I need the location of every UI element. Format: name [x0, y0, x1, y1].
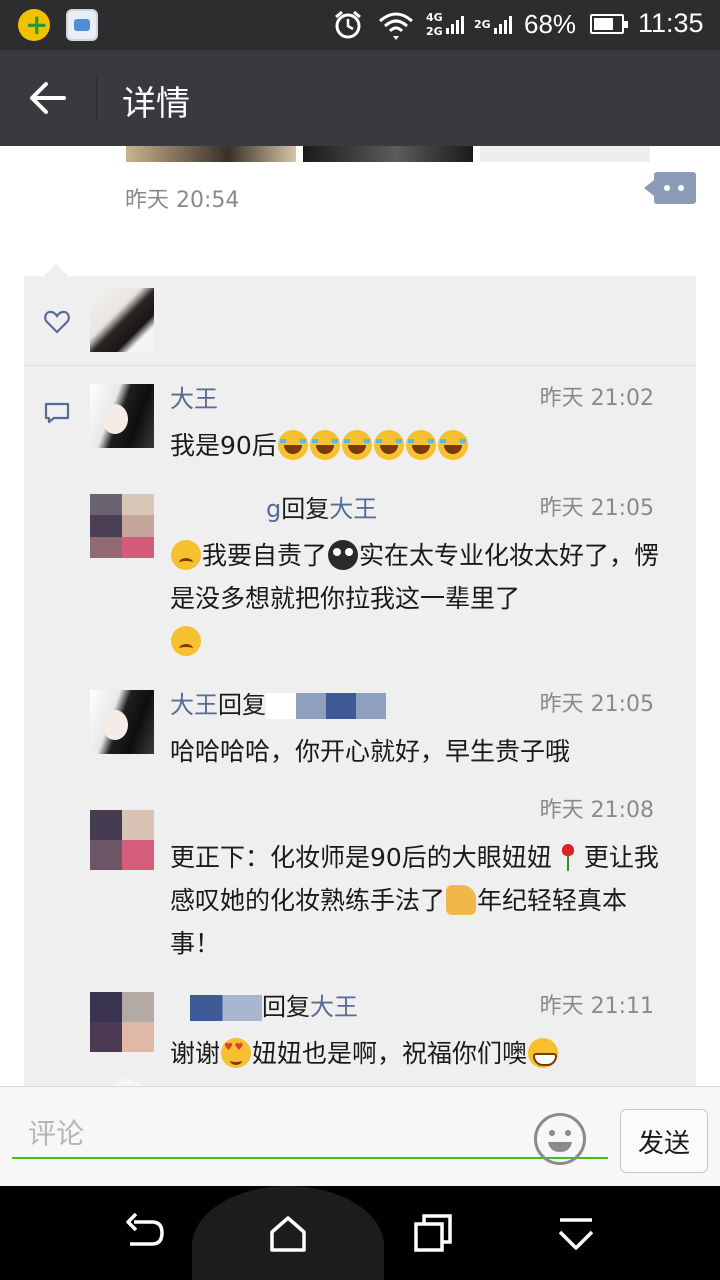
signal-bars-icon-2	[494, 14, 512, 34]
back-button[interactable]	[18, 70, 78, 126]
comment-text-part: 妞妞也是啊，祝福你们噢	[252, 1039, 528, 1068]
laugh-emoji-icon	[437, 430, 468, 460]
battery-percent: 68%	[524, 9, 577, 39]
hidden-name-block	[170, 995, 190, 1021]
post-photo[interactable]	[480, 146, 650, 162]
title-divider	[96, 76, 97, 120]
avatar[interactable]	[90, 690, 154, 754]
owl-emoji-icon	[328, 540, 359, 570]
liker-avatar[interactable]	[90, 288, 154, 352]
grin-emoji-icon	[528, 1038, 559, 1068]
comment-item[interactable]: g回复大王 昨天 21:05 我要自责了 实在太专业化妆太好了，愣是没多想就把你拉…	[90, 494, 670, 664]
comment-author[interactable]: 回复大王	[170, 992, 358, 1022]
send-button[interactable]: 发送	[620, 1109, 708, 1173]
reply-to-name[interactable]: 大王	[310, 993, 358, 1021]
avatar[interactable]	[90, 810, 154, 870]
more-actions-button[interactable]	[644, 172, 696, 204]
back-arrow-icon	[30, 82, 66, 114]
hidden-name-block	[170, 497, 266, 523]
post-timestamp: 昨天 20:54	[125, 188, 240, 213]
system-nav-bar	[0, 1186, 720, 1280]
likes-row	[24, 276, 696, 366]
comment-text-part: 我要自责了	[202, 541, 328, 570]
wifi-icon	[379, 12, 413, 40]
title-bar: 详情	[0, 50, 720, 146]
dot-icon	[678, 185, 684, 191]
comment-text-part: 谢谢	[170, 1039, 221, 1068]
avatar[interactable]	[90, 494, 154, 558]
clock: 11:35	[638, 8, 704, 38]
awkward-emoji-icon	[171, 540, 201, 570]
avatar[interactable]	[90, 992, 154, 1052]
nav-recents-icon[interactable]	[404, 1206, 460, 1262]
network-2g-label: 2G	[426, 25, 443, 38]
laugh-emoji-icon	[373, 430, 404, 460]
comment-input-bar: 发送	[0, 1086, 720, 1186]
comment-item[interactable]: 昨天 21:08 更正下：化妆师是90后的大眼妞妞 更让我感叹她的化妆熟练手法了年…	[90, 796, 670, 966]
comment-item[interactable]: 大王回复 昨天 21:05 哈哈哈哈，你开心就好，早生贵子哦	[90, 690, 670, 780]
reply-word: 回复	[281, 495, 330, 523]
laugh-emoji-icon	[341, 430, 372, 460]
laugh-emoji-icon	[309, 430, 340, 460]
comment-text-part: 更正下：化妆师是90后的大眼妞妞	[170, 843, 552, 872]
reply-to-name[interactable]: 大王	[329, 495, 377, 523]
emoji-button[interactable]	[534, 1113, 586, 1165]
post-photo[interactable]	[126, 146, 296, 162]
dot-icon	[664, 185, 670, 191]
laugh-emoji-icon	[405, 430, 436, 460]
heart-eyes-emoji-icon	[221, 1038, 252, 1068]
page-title: 详情	[122, 84, 190, 124]
app-notification-icon-2	[66, 9, 98, 41]
awkward-emoji-icon	[171, 626, 201, 656]
comment-author[interactable]: 大王	[170, 384, 218, 414]
reply-word: 回复	[262, 993, 310, 1021]
comment-author[interactable]: 大王回复	[170, 690, 386, 720]
emoji-icon	[548, 1130, 572, 1152]
comment-text-part: 我是90后	[170, 431, 277, 460]
comment-item[interactable]: 大王 昨天 21:02 我是90后	[90, 384, 670, 474]
comment-author[interactable]: g回复大王	[170, 494, 377, 524]
comment-item[interactable]: 回复大王 昨天 21:11 谢谢 妞妞也是啊，祝福你们噢	[90, 992, 670, 1082]
redacted-name-block	[190, 995, 262, 1021]
author-name: g	[266, 495, 282, 523]
comment-time: 昨天 21:11	[539, 994, 654, 1019]
comment-time: 昨天 21:05	[539, 496, 654, 521]
comment-text: 我是90后	[170, 424, 660, 467]
comment-text: 谢谢 妞妞也是啊，祝福你们噢	[170, 1032, 660, 1075]
comment-text: 更正下：化妆师是90后的大眼妞妞 更让我感叹她的化妆熟练手法了 年纪轻轻真本事！	[170, 836, 660, 965]
rose-emoji-icon	[553, 842, 583, 872]
comment-text: 哈哈哈哈，你开心就好，早生贵子哦	[170, 737, 571, 766]
comment-text: 我要自责了 实在太专业化妆太好了，愣是没多想就把你拉我这一辈里了	[170, 534, 660, 663]
app-notification-icon	[18, 8, 50, 41]
comment-time: 昨天 21:08	[539, 798, 654, 823]
thumbs-up-emoji-icon	[446, 885, 477, 915]
post-photo[interactable]	[303, 146, 473, 162]
author-name: 大王	[170, 691, 218, 719]
redacted-name-block	[266, 693, 386, 719]
alarm-icon	[335, 10, 361, 39]
reply-word: 回复	[218, 691, 266, 719]
network-4g-label: 4G	[426, 11, 443, 24]
laugh-emoji-icon	[277, 430, 308, 460]
nav-home-icon[interactable]	[260, 1206, 316, 1262]
heart-icon	[44, 310, 70, 334]
nav-menu-icon[interactable]	[548, 1206, 604, 1262]
nav-back-icon[interactable]	[116, 1206, 172, 1262]
status-bar: 4G 2G 2G 68% 11:35	[0, 0, 720, 50]
avatar[interactable]	[90, 384, 154, 448]
comment-time: 昨天 21:02	[539, 386, 654, 411]
comment-bubble-icon	[44, 402, 70, 424]
comment-time: 昨天 21:05	[539, 692, 654, 717]
battery-icon	[590, 14, 628, 34]
network-2g-label-b: 2G	[474, 18, 491, 31]
signal-bars-icon	[446, 14, 464, 34]
panel-notch	[44, 264, 68, 276]
comment-input[interactable]	[12, 1109, 608, 1159]
